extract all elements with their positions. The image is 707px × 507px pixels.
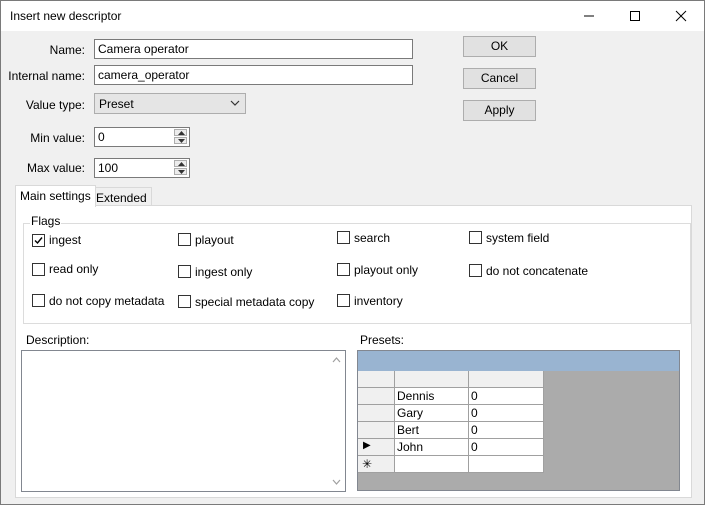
- current-row-header[interactable]: ▶: [358, 439, 395, 456]
- row-header[interactable]: [358, 405, 395, 422]
- flags-title: Flags: [30, 214, 62, 228]
- preset-value-cell[interactable]: 0: [469, 405, 544, 422]
- new-row-header[interactable]: ✳: [358, 456, 395, 473]
- scroll-up-icon: [332, 357, 341, 363]
- value-type-label: Value type:: [25, 98, 85, 112]
- search-label: search: [354, 231, 391, 245]
- do-not-concatenate-checkbox[interactable]: [469, 264, 482, 277]
- preset-value-cell[interactable]: 0: [469, 422, 544, 439]
- min-value-stepper[interactable]: 0: [94, 127, 190, 147]
- minimize-icon: [584, 15, 594, 17]
- max-value-label: Max value:: [26, 161, 85, 175]
- max-value-up-button[interactable]: [174, 160, 187, 167]
- arrow-down-icon: [178, 170, 185, 174]
- description-label: Description:: [26, 333, 90, 347]
- min-value-label: Min value:: [30, 131, 85, 145]
- playout-only-checkbox[interactable]: [337, 263, 350, 276]
- do-not-copy-metadata-label: do not copy metadata: [49, 294, 165, 308]
- presets-label: Presets:: [360, 333, 405, 347]
- system-field-label: system field: [486, 231, 550, 245]
- row-header[interactable]: [358, 388, 395, 405]
- min-value-up-button[interactable]: [174, 129, 187, 136]
- min-value-input[interactable]: 0: [98, 130, 105, 144]
- min-value-down-button[interactable]: [174, 137, 187, 144]
- value-type-select[interactable]: Preset: [94, 93, 246, 114]
- preset-name-cell[interactable]: John: [395, 439, 469, 456]
- new-row-name-cell[interactable]: [395, 456, 469, 473]
- read-only-label: read only: [49, 262, 99, 276]
- description-textarea[interactable]: [21, 350, 346, 492]
- preset-name-cell[interactable]: Dennis: [395, 388, 469, 405]
- row-header[interactable]: [358, 422, 395, 439]
- minimize-button[interactable]: [566, 1, 612, 31]
- preset-value-cell[interactable]: 0: [469, 388, 544, 405]
- do-not-concatenate-label: do not concatenate: [486, 264, 589, 278]
- max-value-stepper[interactable]: 100: [94, 158, 190, 178]
- arrow-up-icon: [178, 131, 185, 135]
- playout-only-label: playout only: [354, 263, 419, 277]
- name-label: Name:: [49, 43, 85, 57]
- internal-name-field[interactable]: camera_operator: [94, 65, 413, 85]
- arrow-down-icon: [178, 139, 185, 143]
- value-type-selected: Preset: [99, 97, 134, 111]
- ok-button[interactable]: OK: [463, 36, 536, 57]
- new-row-value-cell[interactable]: [469, 456, 544, 473]
- grid-caption-bar: [358, 351, 679, 371]
- max-value-input[interactable]: 100: [98, 161, 118, 175]
- search-checkbox[interactable]: [337, 231, 350, 244]
- ingest-only-label: ingest only: [195, 265, 253, 279]
- playout-label: playout: [195, 233, 234, 247]
- do-not-copy-metadata-checkbox[interactable]: [32, 294, 45, 307]
- ingest-only-checkbox[interactable]: [178, 265, 191, 278]
- grid-column-header-name[interactable]: [395, 371, 469, 388]
- ingest-checkbox[interactable]: [32, 234, 45, 247]
- title-bar: Insert new descriptor: [1, 1, 704, 31]
- presets-grid[interactable]: Dennis 0 Gary 0 Bert 0 ▶ John 0 ✳: [357, 350, 680, 491]
- maximize-icon: [630, 11, 640, 21]
- read-only-checkbox[interactable]: [32, 263, 45, 276]
- name-field[interactable]: Camera operator: [94, 39, 413, 59]
- checkmark-icon: [34, 237, 43, 245]
- arrow-up-icon: [178, 162, 185, 166]
- system-field-checkbox[interactable]: [469, 231, 482, 244]
- tab-extended[interactable]: Extended: [91, 187, 152, 207]
- apply-button[interactable]: Apply: [463, 100, 536, 121]
- dialog-window: Insert new descriptor Name: Internal nam…: [0, 0, 705, 505]
- close-button[interactable]: [658, 1, 704, 31]
- special-metadata-copy-label: special metadata copy: [195, 295, 315, 309]
- max-value-arrows: [174, 160, 188, 176]
- inventory-label: inventory: [354, 294, 403, 308]
- close-icon: [675, 10, 687, 22]
- internal-name-label: Internal name:: [8, 69, 85, 83]
- playout-checkbox[interactable]: [178, 233, 191, 246]
- max-value-down-button[interactable]: [174, 168, 187, 175]
- preset-name-cell[interactable]: Bert: [395, 422, 469, 439]
- min-value-arrows: [174, 129, 188, 145]
- preset-value-cell[interactable]: 0: [469, 439, 544, 456]
- inventory-checkbox[interactable]: [337, 294, 350, 307]
- description-scrollbar[interactable]: [328, 351, 345, 491]
- grid-column-header-value[interactable]: [469, 371, 544, 388]
- maximize-button[interactable]: [612, 1, 658, 31]
- ingest-label: ingest: [49, 233, 82, 247]
- cancel-button[interactable]: Cancel: [463, 68, 536, 89]
- tab-main-settings[interactable]: Main settings: [15, 185, 96, 207]
- chevron-down-icon: [230, 100, 240, 106]
- grid-corner-header: [358, 371, 395, 388]
- preset-name-cell[interactable]: Gary: [395, 405, 469, 422]
- scroll-down-icon: [332, 479, 341, 485]
- special-metadata-copy-checkbox[interactable]: [178, 295, 191, 308]
- window-title: Insert new descriptor: [10, 9, 122, 23]
